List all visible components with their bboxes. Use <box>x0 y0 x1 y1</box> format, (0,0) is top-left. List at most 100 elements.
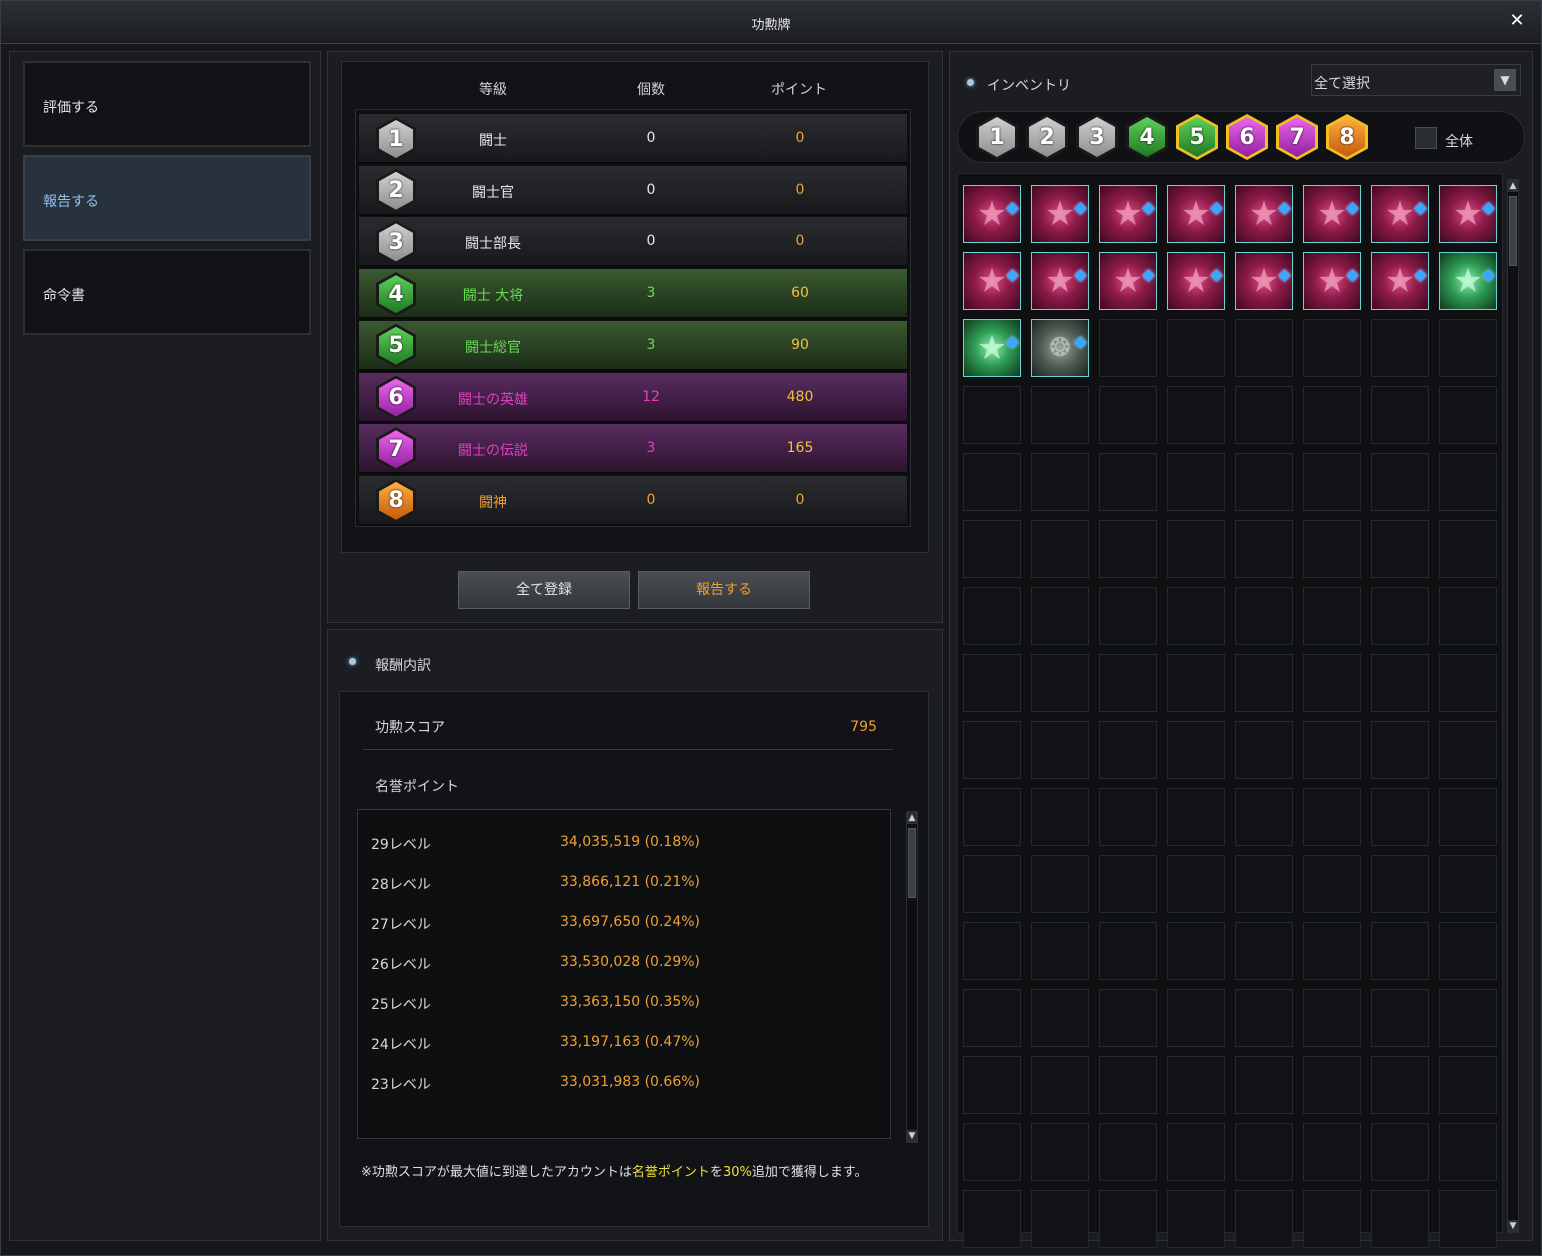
inventory-empty-slot[interactable] <box>963 1190 1021 1248</box>
inventory-empty-slot[interactable] <box>1235 520 1293 578</box>
inventory-empty-slot[interactable] <box>1099 922 1157 980</box>
inventory-empty-slot[interactable] <box>1099 788 1157 846</box>
inventory-empty-slot[interactable] <box>1303 453 1361 511</box>
inventory-empty-slot[interactable] <box>1303 654 1361 712</box>
inventory-empty-slot[interactable] <box>1099 386 1157 444</box>
inventory-empty-slot[interactable] <box>1371 788 1429 846</box>
inventory-empty-slot[interactable] <box>1099 587 1157 645</box>
inventory-empty-slot[interactable] <box>1031 922 1089 980</box>
inventory-empty-slot[interactable] <box>1303 1123 1361 1181</box>
inventory-item-slot[interactable]: ★ <box>1031 252 1089 310</box>
inventory-empty-slot[interactable] <box>1031 520 1089 578</box>
inventory-item-slot[interactable]: ❂ <box>1031 319 1089 377</box>
inventory-empty-slot[interactable] <box>1439 1056 1497 1114</box>
inventory-empty-slot[interactable] <box>1167 721 1225 779</box>
honor-list-scrollbar[interactable]: ▲ ▼ <box>906 811 918 1143</box>
inventory-empty-slot[interactable] <box>1031 721 1089 779</box>
inventory-empty-slot[interactable] <box>1031 1056 1089 1114</box>
inventory-empty-slot[interactable] <box>1167 922 1225 980</box>
scroll-down-icon[interactable]: ▼ <box>906 1130 918 1142</box>
inventory-empty-slot[interactable] <box>1235 989 1293 1047</box>
inventory-empty-slot[interactable] <box>1371 922 1429 980</box>
inventory-empty-slot[interactable] <box>963 788 1021 846</box>
inventory-empty-slot[interactable] <box>1031 989 1089 1047</box>
inventory-item-slot[interactable]: ★ <box>1303 185 1361 243</box>
report-button[interactable]: 報告する <box>638 571 810 609</box>
inventory-empty-slot[interactable] <box>963 721 1021 779</box>
inventory-empty-slot[interactable] <box>1099 319 1157 377</box>
inventory-empty-slot[interactable] <box>1303 319 1361 377</box>
inventory-empty-slot[interactable] <box>1031 587 1089 645</box>
inventory-empty-slot[interactable] <box>1235 386 1293 444</box>
inventory-item-slot[interactable]: ★ <box>1439 252 1497 310</box>
inventory-empty-slot[interactable] <box>1303 1190 1361 1248</box>
nav-item-1[interactable]: 評価する <box>23 61 311 147</box>
inventory-empty-slot[interactable] <box>963 1056 1021 1114</box>
inventory-item-slot[interactable]: ★ <box>1303 252 1361 310</box>
inventory-empty-slot[interactable] <box>1303 855 1361 913</box>
inventory-empty-slot[interactable] <box>1303 1056 1361 1114</box>
inventory-empty-slot[interactable] <box>963 587 1021 645</box>
inventory-empty-slot[interactable] <box>1235 721 1293 779</box>
inventory-empty-slot[interactable] <box>963 989 1021 1047</box>
inventory-empty-slot[interactable] <box>1371 1123 1429 1181</box>
inventory-empty-slot[interactable] <box>963 520 1021 578</box>
inventory-empty-slot[interactable] <box>1167 319 1225 377</box>
inventory-empty-slot[interactable] <box>1371 855 1429 913</box>
inventory-empty-slot[interactable] <box>1235 1190 1293 1248</box>
inventory-scroll-thumb[interactable] <box>1509 196 1517 266</box>
inventory-empty-slot[interactable] <box>1031 855 1089 913</box>
inventory-empty-slot[interactable] <box>1371 721 1429 779</box>
inventory-empty-slot[interactable] <box>1371 520 1429 578</box>
inventory-empty-slot[interactable] <box>1235 1056 1293 1114</box>
close-icon[interactable]: ✕ <box>1507 11 1527 31</box>
inventory-empty-slot[interactable] <box>1235 1123 1293 1181</box>
inventory-empty-slot[interactable] <box>1167 989 1225 1047</box>
inventory-empty-slot[interactable] <box>1167 654 1225 712</box>
inventory-empty-slot[interactable] <box>1439 587 1497 645</box>
inventory-item-slot[interactable]: ★ <box>963 319 1021 377</box>
inventory-empty-slot[interactable] <box>1099 453 1157 511</box>
inventory-empty-slot[interactable] <box>1235 922 1293 980</box>
inventory-empty-slot[interactable] <box>1099 1056 1157 1114</box>
inventory-empty-slot[interactable] <box>1439 1123 1497 1181</box>
inventory-empty-slot[interactable] <box>963 453 1021 511</box>
inventory-empty-slot[interactable] <box>1235 654 1293 712</box>
inventory-empty-slot[interactable] <box>1099 1190 1157 1248</box>
inventory-empty-slot[interactable] <box>1439 654 1497 712</box>
select-dropdown[interactable]: 全て選択 ▼ <box>1311 64 1521 96</box>
inventory-item-slot[interactable]: ★ <box>1099 252 1157 310</box>
inventory-empty-slot[interactable] <box>1439 520 1497 578</box>
inventory-empty-slot[interactable] <box>1303 386 1361 444</box>
inventory-empty-slot[interactable] <box>1099 1123 1157 1181</box>
inventory-empty-slot[interactable] <box>1235 319 1293 377</box>
inventory-empty-slot[interactable] <box>963 654 1021 712</box>
title-bar[interactable]: 功勲牌 ✕ <box>1 1 1541 44</box>
inventory-scroll-up-icon[interactable]: ▲ <box>1507 180 1519 192</box>
inventory-empty-slot[interactable] <box>1167 453 1225 511</box>
inventory-empty-slot[interactable] <box>1167 855 1225 913</box>
inventory-empty-slot[interactable] <box>1031 453 1089 511</box>
inventory-empty-slot[interactable] <box>963 922 1021 980</box>
inventory-empty-slot[interactable] <box>1099 855 1157 913</box>
register-all-button[interactable]: 全て登録 <box>458 571 630 609</box>
inventory-item-slot[interactable]: ★ <box>1167 185 1225 243</box>
inventory-empty-slot[interactable] <box>1031 1123 1089 1181</box>
inventory-item-slot[interactable]: ★ <box>1235 185 1293 243</box>
inventory-empty-slot[interactable] <box>963 1123 1021 1181</box>
inventory-empty-slot[interactable] <box>1303 587 1361 645</box>
inventory-empty-slot[interactable] <box>1439 855 1497 913</box>
inventory-empty-slot[interactable] <box>1439 922 1497 980</box>
inventory-empty-slot[interactable] <box>1371 587 1429 645</box>
inventory-empty-slot[interactable] <box>1371 989 1429 1047</box>
inventory-empty-slot[interactable] <box>1303 520 1361 578</box>
inventory-item-slot[interactable]: ★ <box>1371 185 1429 243</box>
chevron-down-icon[interactable]: ▼ <box>1494 69 1516 91</box>
inventory-empty-slot[interactable] <box>1031 1190 1089 1248</box>
inventory-empty-slot[interactable] <box>1303 989 1361 1047</box>
nav-item-2[interactable]: 報告する <box>23 155 311 241</box>
inventory-empty-slot[interactable] <box>1371 453 1429 511</box>
inventory-scroll-down-icon[interactable]: ▼ <box>1507 1220 1519 1232</box>
inventory-empty-slot[interactable] <box>1303 721 1361 779</box>
inventory-empty-slot[interactable] <box>1167 1123 1225 1181</box>
